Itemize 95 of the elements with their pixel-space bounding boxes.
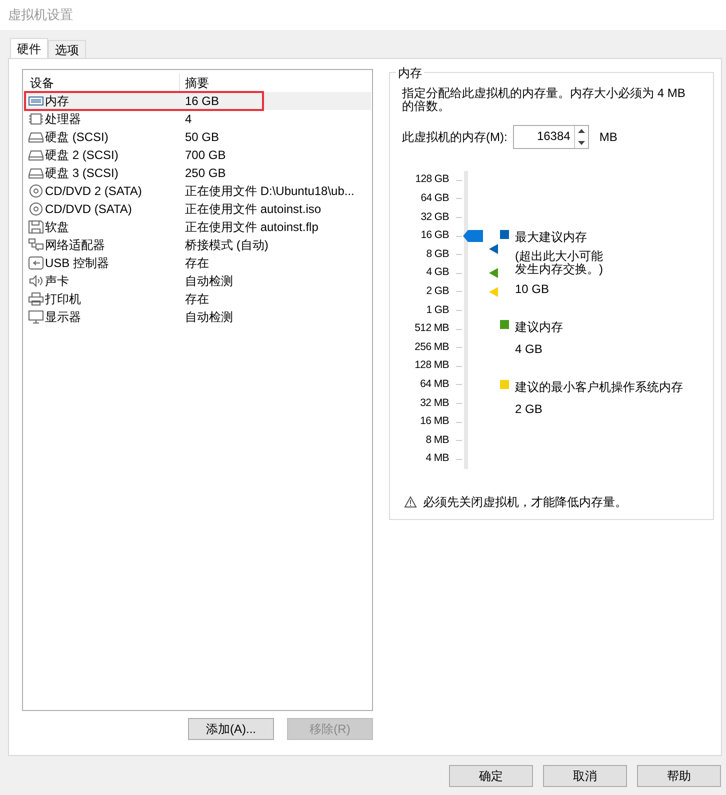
device-summary: 50 GB <box>184 129 220 146</box>
device-summary: 4 <box>184 111 192 128</box>
legend-note: (超出此大小可能 <box>515 250 603 263</box>
legend-value: 2 GB <box>515 401 544 418</box>
device-name: 硬盘 2 (SCSI) <box>45 147 118 164</box>
memory-spinbox[interactable]: 16384 <box>513 125 590 149</box>
network-icon <box>28 238 44 252</box>
legend-value: 4 GB <box>515 341 544 358</box>
device-summary: 250 GB <box>184 165 226 182</box>
marker-icon <box>489 286 498 297</box>
dialog-button[interactable]: 帮助 <box>637 765 721 787</box>
legend-label: 建议内存 <box>515 319 563 336</box>
device-name: 打印机 <box>45 291 81 308</box>
device-summary: 存在 <box>184 291 209 308</box>
device-summary: 700 GB <box>184 147 226 164</box>
drive-icon <box>28 148 44 162</box>
scale-label: 8 MB <box>426 432 449 448</box>
device-summary: 正在使用文件 autoinst.iso <box>184 201 322 218</box>
tab[interactable]: 选项 <box>48 40 86 58</box>
device-name: 声卡 <box>45 273 69 290</box>
scale-label: 32 GB <box>420 210 449 225</box>
floppy-icon <box>28 220 44 234</box>
usb-icon <box>28 256 44 270</box>
scale-label: 512 MB <box>414 321 449 336</box>
scale-label: 4 MB <box>426 451 449 466</box>
scale-label: 8 GB <box>426 246 449 262</box>
device-row[interactable]: CD/DVD 2 (SATA) 正在使用文件 D:\Ubuntu18\ub... <box>24 182 371 200</box>
speaker-icon <box>28 274 44 288</box>
column-header: 设备 <box>24 74 180 92</box>
device-row[interactable]: 网络适配器 桥接模式 (自动) <box>24 236 371 254</box>
scale-label: 32 MB <box>420 396 449 411</box>
scale-label: 256 MB <box>414 340 449 355</box>
dialog-button[interactable]: 取消 <box>543 765 627 787</box>
dialog-button[interactable]: 确定 <box>449 765 533 787</box>
device-row[interactable]: 显示器 自动检测 <box>24 308 371 326</box>
scale-label: 1 GB <box>426 302 449 318</box>
device-row[interactable]: 软盘 正在使用文件 autoinst.flp <box>24 218 371 236</box>
device-name: CD/DVD (SATA) <box>45 201 132 218</box>
device-summary: 自动检测 <box>184 273 233 290</box>
device-summary: 存在 <box>184 255 209 272</box>
device-name: 硬盘 3 (SCSI) <box>45 165 118 182</box>
chip-icon <box>28 112 44 126</box>
drive-icon <box>28 130 44 144</box>
marker-icon <box>489 268 498 278</box>
printer-icon <box>28 292 44 306</box>
legend-label: 最大建议内存 <box>515 229 588 246</box>
legend-value: 10 GB <box>515 281 550 298</box>
device-name: 内存 <box>45 93 69 110</box>
scale-label: 64 GB <box>420 191 449 206</box>
scale-label: 16 MB <box>420 414 449 430</box>
legend-note: 发生内存交换。) <box>515 263 603 276</box>
device-row[interactable]: 打印机 存在 <box>24 290 371 308</box>
device-row[interactable]: 硬盘 (SCSI) 50 GB <box>24 128 371 146</box>
device-summary: 自动检测 <box>184 309 233 326</box>
slider-thumb[interactable] <box>463 230 483 242</box>
device-name: USB 控制器 <box>45 255 110 272</box>
device-row[interactable]: CD/DVD (SATA) 正在使用文件 autoinst.iso <box>24 200 371 218</box>
device-name: 处理器 <box>45 111 81 128</box>
device-row[interactable]: 内存 16 GB <box>24 92 371 110</box>
warning-icon <box>404 496 417 508</box>
disc-icon <box>28 202 44 216</box>
scale-label: 128 GB <box>415 172 449 188</box>
device-row[interactable]: 声卡 自动检测 <box>24 272 371 290</box>
memory-description: 指定分配给此虚拟机的内存量。内存大小必须为 4 MB 的倍数。 <box>402 87 686 113</box>
scale-label: 64 MB <box>420 376 449 392</box>
marker-icon <box>489 244 498 254</box>
disc-icon <box>28 184 44 198</box>
device-summary: 正在使用文件 autoinst.flp <box>184 219 318 236</box>
warning-text: 必须先关闭虚拟机，才能降低内存量。 <box>423 494 627 510</box>
device-summary: 桥接模式 (自动) <box>184 237 268 254</box>
memory-icon <box>28 94 44 108</box>
add-button[interactable]: 添加(A)... <box>188 718 274 740</box>
device-summary: 正在使用文件 D:\Ubuntu18\ub... <box>184 183 354 200</box>
scale-label: 16 GB <box>420 228 449 244</box>
window-title: 虚拟机设置 <box>8 6 73 24</box>
device-row[interactable]: 硬盘 3 (SCSI) 250 GB <box>24 164 371 182</box>
column-header: 摘要 <box>184 75 209 92</box>
device-name: 硬盘 (SCSI) <box>45 129 108 146</box>
drive-icon <box>28 166 44 180</box>
scale-label: 2 GB <box>426 284 449 299</box>
memory-label: 此虚拟机的内存(M): <box>402 129 508 146</box>
monitor-icon <box>28 310 44 324</box>
device-row[interactable]: 处理器 4 <box>24 110 371 128</box>
device-name: 软盘 <box>45 219 69 236</box>
device-row[interactable]: 硬盘 2 (SCSI) 700 GB <box>24 146 371 164</box>
scale-label: 128 MB <box>414 358 449 374</box>
unit-label: MB <box>599 129 618 146</box>
device-name: CD/DVD 2 (SATA) <box>45 183 142 200</box>
device-summary: 16 GB <box>184 93 220 110</box>
tab[interactable]: 硬件 <box>10 38 48 58</box>
device-name: 显示器 <box>45 309 81 326</box>
legend-label: 建议的最小客户机操作系统内存 <box>515 379 683 396</box>
scale-label: 4 GB <box>426 265 449 280</box>
device-name: 网络适配器 <box>45 237 105 254</box>
device-row[interactable]: USB 控制器 存在 <box>24 254 371 272</box>
